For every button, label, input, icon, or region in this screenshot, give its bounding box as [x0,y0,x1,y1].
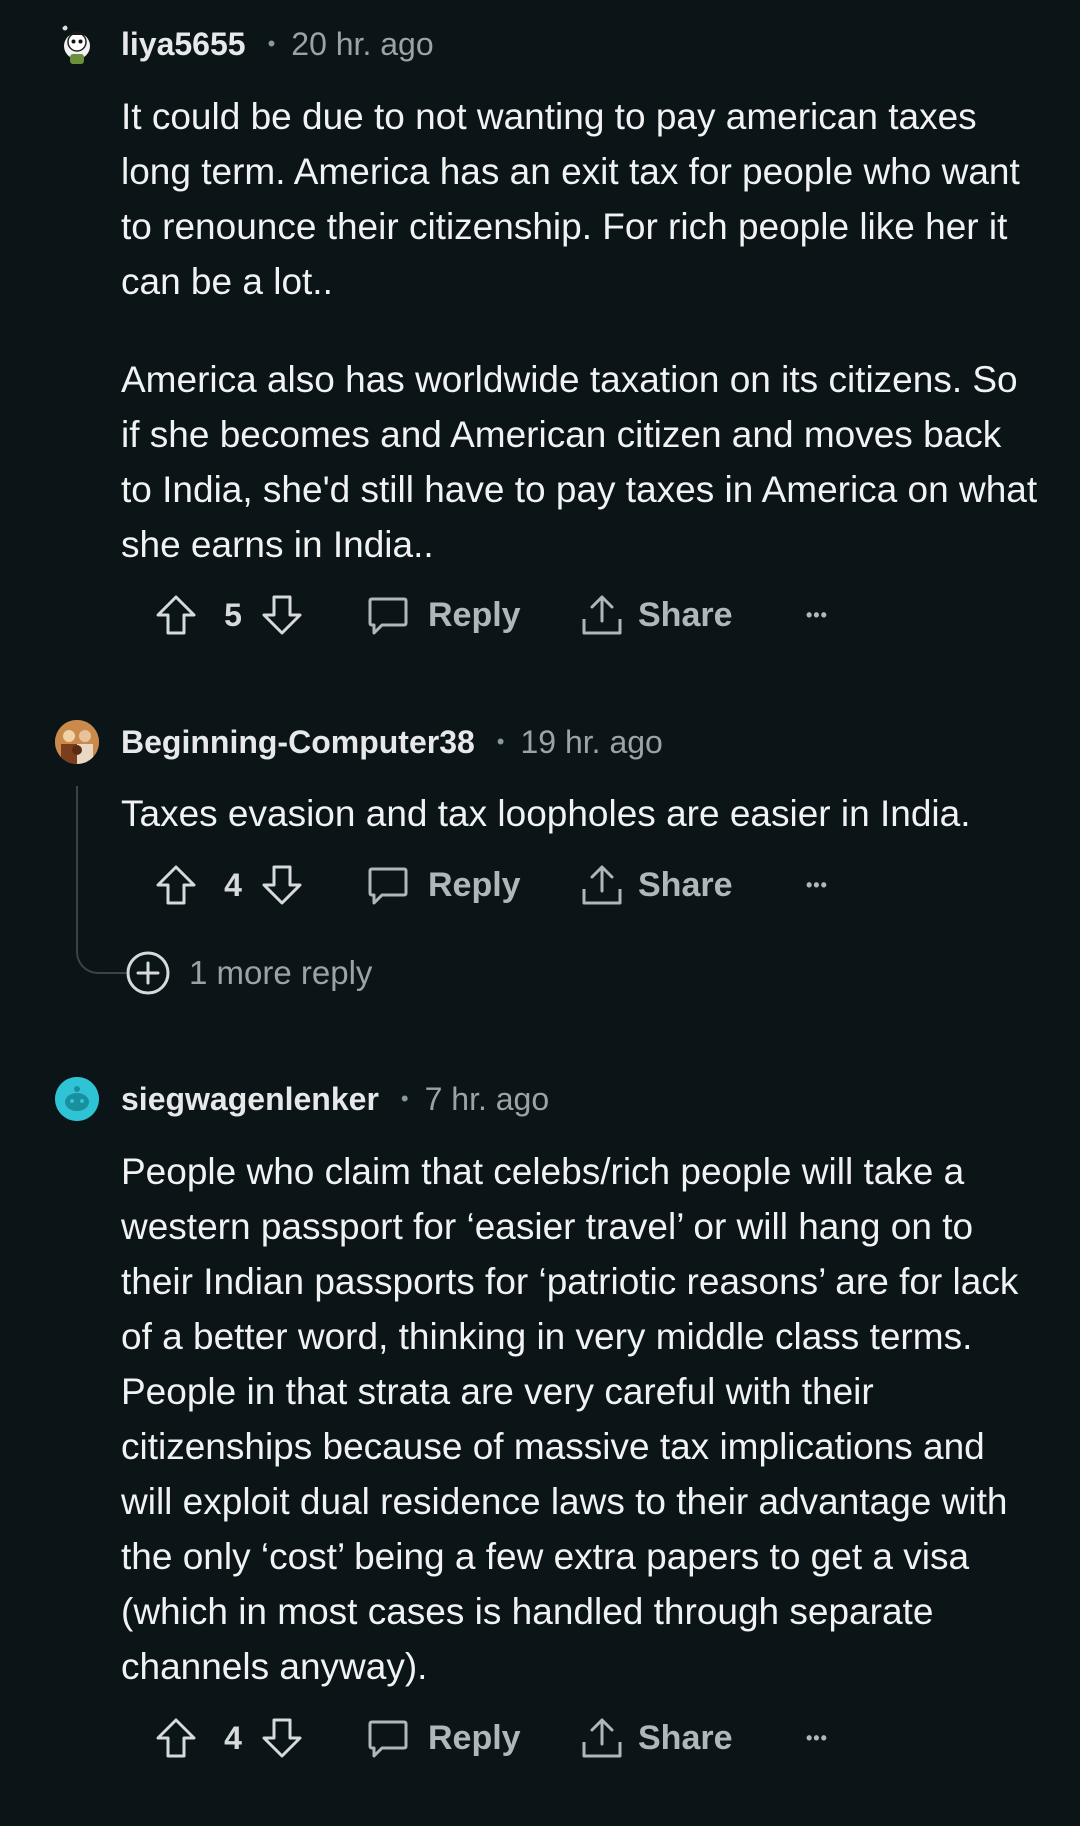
username[interactable]: liya5655 [121,26,246,63]
comment-actions: 4 Reply Share ••• [150,857,850,913]
comment-paragraph: America also has worldwide taxation on i… [121,359,1038,565]
comment-bubble-icon [366,863,410,907]
comment-body: It could be due to not wanting to pay am… [121,89,1041,572]
share-icon [580,863,624,907]
reply-button[interactable]: Reply [366,1710,521,1766]
reply-label: Reply [428,865,521,904]
share-button[interactable]: Share [580,587,733,643]
photo-avatar-icon[interactable] [55,720,99,764]
reply-button[interactable]: Reply [366,857,521,913]
share-button[interactable]: Share [580,1710,733,1766]
vote-count: 4 [224,866,242,903]
reply-button[interactable]: Reply [366,587,521,643]
vote-count: 5 [224,596,242,633]
comment-meta: Beginning-Computer38 • 19 hr. ago [121,720,663,764]
more-replies-button[interactable]: 1 more reply [125,948,372,998]
downvote-icon[interactable] [260,587,304,643]
downvote-icon[interactable] [260,857,304,913]
snoo-avatar-icon[interactable] [55,22,99,66]
share-icon [580,593,624,637]
default-snoo-avatar-icon[interactable] [55,1077,99,1121]
more-replies-label: 1 more reply [189,954,373,991]
comment-paragraph: Taxes evasion and tax loopholes are easi… [121,793,971,834]
vote-count: 4 [224,1719,242,1756]
separator-dot: • [267,31,276,56]
timestamp: 19 hr. ago [520,723,663,760]
comment-actions: 4 Reply Share ••• [150,1710,850,1766]
comment-paragraph: People who claim that celebs/rich people… [121,1151,1019,1687]
upvote-icon[interactable] [154,1710,198,1766]
share-label: Share [638,1718,733,1757]
separator-dot: • [400,1086,409,1111]
upvote-icon[interactable] [154,587,198,643]
comment-meta: siegwagenlenker • 7 hr. ago [121,1077,549,1121]
share-label: Share [638,595,733,634]
thread-line [76,786,126,974]
comment-paragraph: It could be due to not wanting to pay am… [121,96,1020,302]
comment-bubble-icon [366,1716,410,1760]
share-button[interactable]: Share [580,857,733,913]
comment-body: People who claim that celebs/rich people… [121,1144,1041,1694]
reply-label: Reply [428,595,521,634]
more-options-icon[interactable]: ••• [806,1710,828,1766]
more-options-icon[interactable]: ••• [806,587,828,643]
separator-dot: • [496,729,505,754]
timestamp: 7 hr. ago [424,1080,550,1117]
username[interactable]: Beginning-Computer38 [121,724,475,761]
comment-bubble-icon [366,593,410,637]
username[interactable]: siegwagenlenker [121,1081,379,1118]
timestamp: 20 hr. ago [291,25,434,62]
plus-circle-icon [125,950,171,996]
upvote-icon[interactable] [154,857,198,913]
comment-meta: liya5655 • 20 hr. ago [121,22,434,66]
share-icon [580,1716,624,1760]
reply-label: Reply [428,1718,521,1757]
downvote-icon[interactable] [260,1710,304,1766]
share-label: Share [638,865,733,904]
more-options-icon[interactable]: ••• [806,857,828,913]
comment-actions: 5 Reply Share ••• [150,587,850,643]
comment-body: Taxes evasion and tax loopholes are easi… [121,786,1041,841]
